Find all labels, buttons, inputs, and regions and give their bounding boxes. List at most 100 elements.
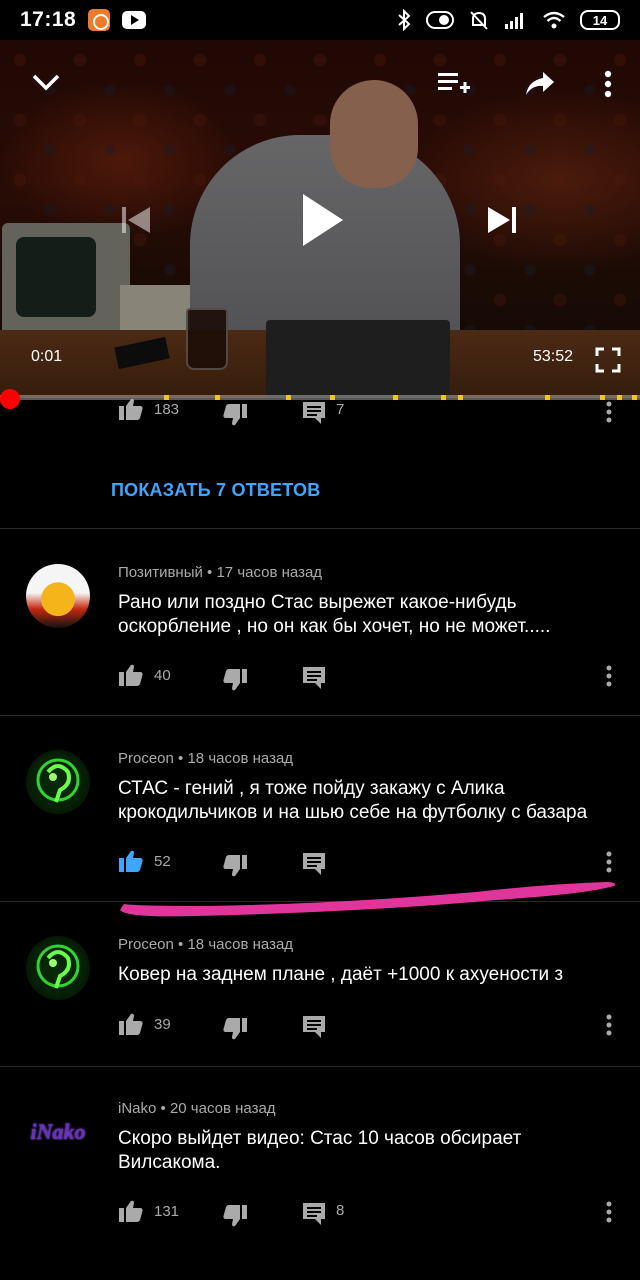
comment-actions-top: 183 7 [0, 397, 640, 433]
comment-item: iNako iNako • 20 часов назад Скоро выйде… [0, 1096, 640, 1246]
comment-time: 18 часов назад [187, 936, 294, 953]
total-duration: 53:52 [533, 348, 574, 365]
dislike-button[interactable] [222, 1017, 248, 1041]
divider [0, 528, 640, 529]
comment-author[interactable]: Позитивный [118, 564, 203, 581]
thumbs-up-icon [119, 1013, 143, 1035]
comment-text: Рано или поздно Стас вырежет какое-нибуд… [118, 592, 551, 637]
play-button[interactable] [290, 188, 354, 252]
avatar[interactable] [26, 936, 90, 1000]
divider [0, 715, 640, 716]
more-vert-icon [606, 1014, 612, 1036]
add-to-queue-button[interactable] [432, 64, 476, 104]
wifi-icon [543, 11, 565, 29]
avatar[interactable] [26, 564, 90, 628]
status-time: 17:18 [20, 8, 77, 31]
avatar[interactable]: iNako [26, 1100, 90, 1164]
reply-button[interactable] [302, 666, 326, 690]
avatar-image [36, 758, 80, 803]
dislike-button[interactable] [222, 1204, 248, 1228]
like-button[interactable]: 40 [118, 663, 171, 687]
more-options-button[interactable] [590, 64, 626, 104]
thumbs-up-icon [119, 664, 143, 686]
thumbs-up-icon [119, 398, 143, 420]
reply-button[interactable]: 8 [302, 1202, 344, 1226]
divider [0, 1066, 640, 1067]
comment-icon [303, 853, 325, 875]
thumbs-down-icon [223, 1018, 247, 1040]
signal-icon [505, 13, 523, 29]
dislike-button[interactable] [222, 403, 248, 427]
thumbs-up-icon [119, 850, 143, 872]
toggle-icon [426, 11, 454, 29]
status-bar: 17:18 14 [0, 0, 640, 40]
play-icon [303, 194, 343, 246]
comment-author[interactable]: iNako [118, 1100, 156, 1117]
reply-count: 8 [336, 1201, 345, 1219]
dislike-button[interactable] [222, 668, 248, 692]
playlist-add-icon [438, 73, 470, 93]
avatar[interactable] [26, 750, 90, 814]
comment-time: 18 часов назад [187, 750, 294, 767]
comment-author[interactable]: Proceon [118, 936, 174, 953]
previous-button[interactable] [114, 198, 158, 242]
comment-text: Скоро выйдет видео: Стас 10 часов обсира… [118, 1128, 522, 1173]
fullscreen-icon [595, 347, 621, 373]
comment-meta: Proceon • 18 часов назад [118, 750, 294, 767]
comment-item: Proceon • 18 часов назад СТАС - гений , … [0, 746, 640, 896]
comment-time: 20 часов назад [169, 1100, 276, 1117]
minimize-button[interactable] [24, 62, 68, 102]
show-replies-button[interactable]: ПОКАЗАТЬ 7 ОТВЕТОВ [111, 480, 320, 501]
like-button[interactable]: 39 [118, 1012, 171, 1036]
comment-menu-button[interactable] [606, 665, 612, 687]
comment-meta: Позитивный • 17 часов назад [118, 564, 323, 581]
like-count: 40 [154, 666, 171, 684]
more-vert-icon [606, 851, 612, 873]
fullscreen-button[interactable] [590, 342, 626, 378]
reply-button[interactable]: 7 [302, 401, 344, 425]
share-button[interactable] [518, 64, 562, 104]
pink-highlight-stroke [120, 882, 615, 917]
thumbs-down-icon [223, 669, 247, 691]
bluetooth-icon [398, 9, 411, 31]
like-count: 52 [154, 852, 171, 870]
mute-bell-icon [470, 11, 488, 30]
comment-icon [303, 1016, 325, 1038]
comment-author[interactable]: Proceon [118, 750, 174, 767]
like-button[interactable]: 183 [118, 397, 179, 421]
current-time: 0:01 [31, 348, 63, 365]
reply-count: 7 [336, 400, 345, 418]
comment-item: Позитивный • 17 часов назад Рано или поз… [0, 560, 640, 710]
skip-previous-icon [122, 207, 150, 233]
comment-time: 17 часов назад [216, 564, 323, 581]
avatar-image [36, 944, 80, 989]
next-button[interactable] [480, 198, 524, 242]
thumbs-down-icon [223, 1205, 247, 1227]
thumbs-down-icon [223, 404, 247, 426]
comment-menu-button[interactable] [606, 1014, 612, 1036]
like-button[interactable]: 52 [118, 849, 171, 873]
dislike-button[interactable] [222, 854, 248, 878]
thumbs-up-icon [119, 1200, 143, 1222]
more-vert-icon [604, 70, 612, 98]
comment-meta: iNako • 20 часов назад [118, 1100, 276, 1117]
video-player[interactable]: 0:01 53:52 [0, 40, 640, 398]
comment-menu-button[interactable] [606, 401, 612, 423]
comment-icon [303, 402, 325, 424]
reply-button[interactable] [302, 852, 326, 876]
youtube-notification-icon [122, 11, 147, 29]
like-count: 183 [154, 400, 180, 418]
like-count: 131 [154, 1202, 180, 1220]
more-vert-icon [606, 1201, 612, 1223]
battery-indicator: 14 [580, 10, 620, 30]
comment-text: Ковер на заднем плане , даёт +1000 к аху… [118, 964, 564, 985]
thumbs-down-icon [223, 855, 247, 877]
comment-menu-button[interactable] [606, 1201, 612, 1223]
like-button[interactable]: 131 [118, 1199, 179, 1223]
comment-item: Proceon • 18 часов назад Ковер на заднем… [0, 932, 640, 1062]
share-icon [526, 72, 554, 95]
reply-button[interactable] [302, 1015, 326, 1039]
comment-meta: Proceon • 18 часов назад [118, 936, 294, 953]
comment-text: СТАС - гений , я тоже пойду закажу с Али… [118, 778, 588, 823]
comment-menu-button[interactable] [606, 851, 612, 873]
